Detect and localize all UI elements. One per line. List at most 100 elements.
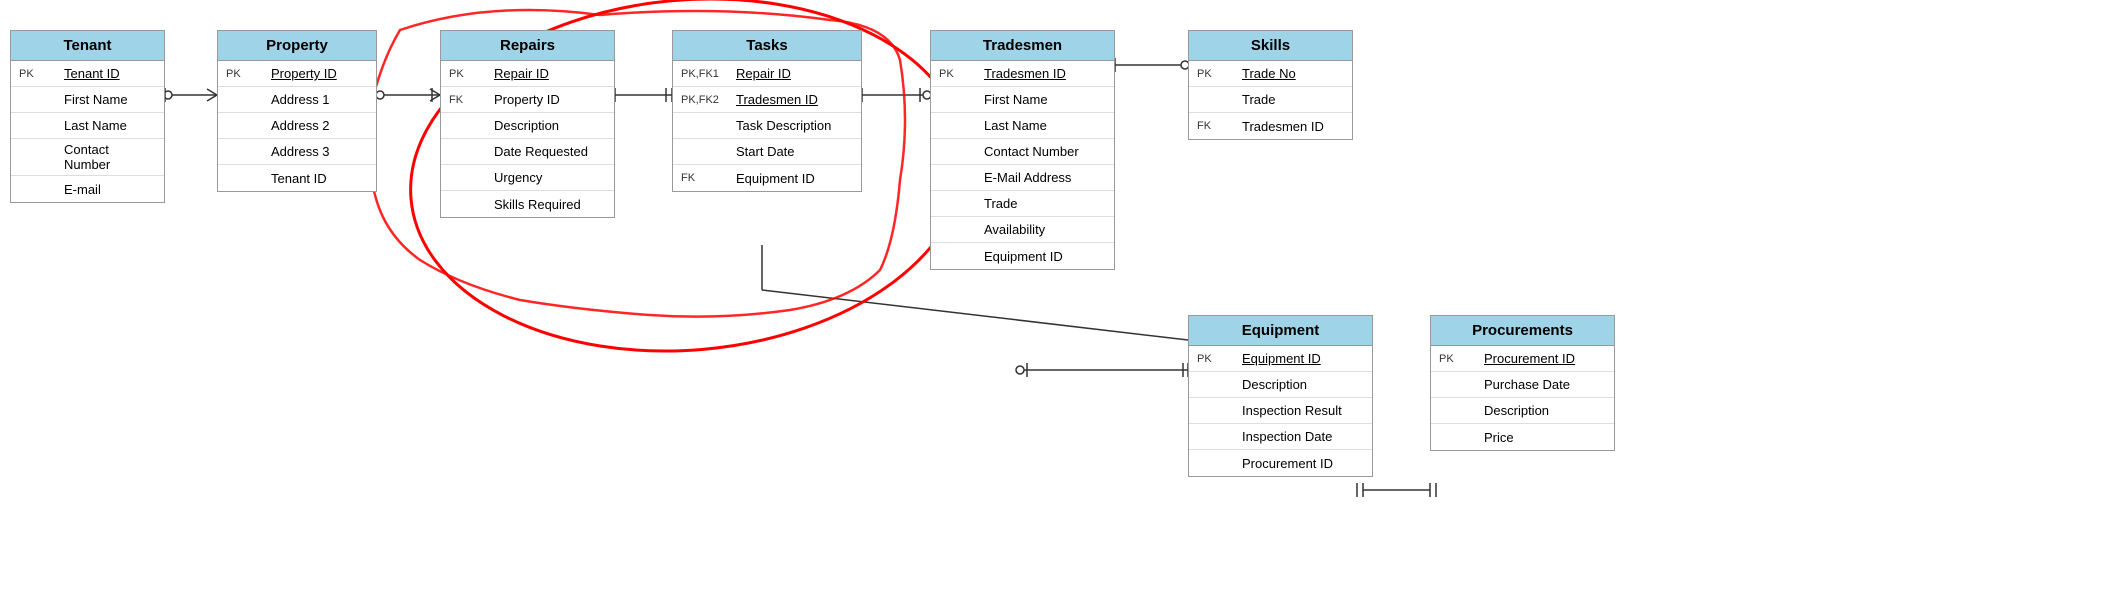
tradesmen-table: Tradesmen PK Tradesmen ID First Name Las…: [930, 30, 1115, 270]
tradesmen-lastname-field: Last Name: [984, 118, 1106, 133]
tradesmen-row-firstname: First Name: [931, 87, 1114, 113]
tenant-row-id: PK Tenant ID: [11, 61, 164, 87]
tasks-fk-label: FK: [681, 172, 736, 184]
tasks-equipid-field: Equipment ID: [736, 171, 853, 186]
tenant-header: Tenant: [11, 31, 164, 61]
tradesmen-pk-label: PK: [939, 68, 984, 80]
equipment-inspresult-field: Inspection Result: [1242, 403, 1364, 418]
property-row-addr3: Address 3: [218, 139, 376, 165]
tenant-row-contact: Contact Number: [11, 139, 164, 176]
procurements-header: Procurements: [1431, 316, 1614, 346]
tradesmen-avail-field: Availability: [984, 222, 1106, 237]
repairs-pk-label: PK: [449, 68, 494, 80]
procurements-desc-field: Description: [1484, 403, 1606, 418]
tasks-taskdesc-field: Task Description: [736, 118, 853, 133]
tasks-row-repairid: PK,FK1 Repair ID: [673, 61, 861, 87]
property-row-id: PK Property ID: [218, 61, 376, 87]
procurements-id-field: Procurement ID: [1484, 351, 1606, 366]
skills-tradeid-field: Tradesmen ID: [1242, 119, 1344, 134]
property-addr2-field: Address 2: [271, 118, 368, 133]
tasks-row-taskdesc: Task Description: [673, 113, 861, 139]
equipment-inspdate-field: Inspection Date: [1242, 429, 1364, 444]
repairs-table: Repairs PK Repair ID FK Property ID Desc…: [440, 30, 615, 218]
tasks-repairid-field: Repair ID: [736, 66, 853, 81]
procurements-row-purchdate: Purchase Date: [1431, 372, 1614, 398]
tenant-row-lastname: Last Name: [11, 113, 164, 139]
tradesmen-row-lastname: Last Name: [931, 113, 1114, 139]
procurements-row-desc: Description: [1431, 398, 1614, 424]
repairs-urgency-field: Urgency: [494, 170, 606, 185]
property-row-addr2: Address 2: [218, 113, 376, 139]
tradesmen-row-contact: Contact Number: [931, 139, 1114, 165]
repairs-propid-field: Property ID: [494, 92, 606, 107]
tenant-email-field: E-mail: [64, 182, 156, 197]
diagram-container: Tenant PK Tenant ID First Name Last Name…: [0, 0, 2126, 597]
property-id-field: Property ID: [271, 66, 368, 81]
tradesmen-row-trade: Trade: [931, 191, 1114, 217]
tasks-row-startdate: Start Date: [673, 139, 861, 165]
skills-table: Skills PK Trade No Trade FK Tradesmen ID: [1188, 30, 1353, 140]
procurements-row-price: Price: [1431, 424, 1614, 450]
tradesmen-equip-field: Equipment ID: [984, 249, 1106, 264]
skills-pk-label: PK: [1197, 68, 1242, 80]
tradesmen-row-id: PK Tradesmen ID: [931, 61, 1114, 87]
tradesmen-row-avail: Availability: [931, 217, 1114, 243]
equipment-desc-field: Description: [1242, 377, 1364, 392]
equipment-id-field: Equipment ID: [1242, 351, 1364, 366]
tasks-tradeid-field: Tradesmen ID: [736, 92, 853, 107]
skills-row-tradeid: FK Tradesmen ID: [1189, 113, 1352, 139]
equipment-header: Equipment: [1189, 316, 1372, 346]
property-addr3-field: Address 3: [271, 144, 368, 159]
tenant-id-field: Tenant ID: [64, 66, 156, 81]
skills-row-trade: Trade: [1189, 87, 1352, 113]
tenant-table: Tenant PK Tenant ID First Name Last Name…: [10, 30, 165, 203]
property-header: Property: [218, 31, 376, 61]
equipment-table: Equipment PK Equipment ID Description In…: [1188, 315, 1373, 477]
tradesmen-id-field: Tradesmen ID: [984, 66, 1106, 81]
tasks-header: Tasks: [673, 31, 861, 61]
tasks-table: Tasks PK,FK1 Repair ID PK,FK2 Tradesmen …: [672, 30, 862, 192]
tasks-row-tradeid: PK,FK2 Tradesmen ID: [673, 87, 861, 113]
procurements-row-id: PK Procurement ID: [1431, 346, 1614, 372]
tradesmen-row-email: E-Mail Address: [931, 165, 1114, 191]
tenant-row-firstname: First Name: [11, 87, 164, 113]
tradesmen-firstname-field: First Name: [984, 92, 1106, 107]
skills-fk-label: FK: [1197, 120, 1242, 132]
tradesmen-trade-field: Trade: [984, 196, 1106, 211]
repairs-skills-field: Skills Required: [494, 197, 606, 212]
procurements-purchdate-field: Purchase Date: [1484, 377, 1606, 392]
tasks-startdate-field: Start Date: [736, 144, 853, 159]
equipment-procid-field: Procurement ID: [1242, 456, 1364, 471]
repairs-desc-field: Description: [494, 118, 606, 133]
tradesmen-contact-field: Contact Number: [984, 144, 1106, 159]
property-pk-label: PK: [226, 68, 271, 80]
repairs-fk-label: FK: [449, 94, 494, 106]
property-row-tenant: Tenant ID: [218, 165, 376, 191]
property-row-addr1: Address 1: [218, 87, 376, 113]
tradesmen-header: Tradesmen: [931, 31, 1114, 61]
equipment-pk-label: PK: [1197, 353, 1242, 365]
tenant-contact-field: Contact Number: [64, 142, 156, 172]
equipment-row-inspresult: Inspection Result: [1189, 398, 1372, 424]
repairs-row-urgency: Urgency: [441, 165, 614, 191]
equipment-row-procid: Procurement ID: [1189, 450, 1372, 476]
skills-row-tradeno: PK Trade No: [1189, 61, 1352, 87]
tasks-row-equipid: FK Equipment ID: [673, 165, 861, 191]
equipment-row-desc: Description: [1189, 372, 1372, 398]
property-tenant-field: Tenant ID: [271, 171, 368, 186]
repairs-row-propid: FK Property ID: [441, 87, 614, 113]
tenant-pk-label: PK: [19, 68, 64, 80]
procurements-table: Procurements PK Procurement ID Purchase …: [1430, 315, 1615, 451]
repairs-row-datereq: Date Requested: [441, 139, 614, 165]
skills-tradeno-field: Trade No: [1242, 66, 1344, 81]
skills-header: Skills: [1189, 31, 1352, 61]
tenant-row-email: E-mail: [11, 176, 164, 202]
repairs-row-id: PK Repair ID: [441, 61, 614, 87]
procurements-price-field: Price: [1484, 430, 1606, 445]
property-addr1-field: Address 1: [271, 92, 368, 107]
repairs-id-field: Repair ID: [494, 66, 606, 81]
property-table: Property PK Property ID Address 1 Addres…: [217, 30, 377, 192]
repairs-row-desc: Description: [441, 113, 614, 139]
tradesmen-email-field: E-Mail Address: [984, 170, 1106, 185]
tasks-pkfk1-label: PK,FK1: [681, 68, 736, 80]
